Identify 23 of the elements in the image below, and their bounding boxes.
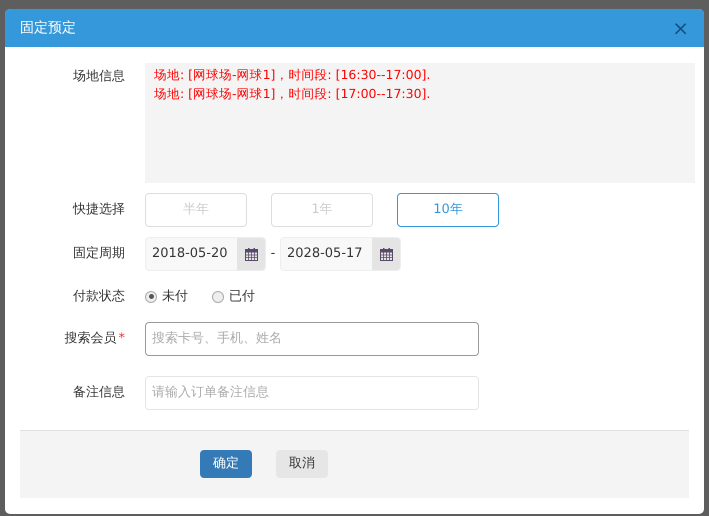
radio-option[interactable]: 已付 — [212, 287, 255, 306]
calendar-icon — [244, 248, 258, 260]
radio-button[interactable] — [212, 290, 224, 303]
radio-option[interactable]: 未付 — [145, 287, 188, 306]
field-label: 固定周期 — [73, 246, 125, 262]
date-field[interactable]: 2018-05-20 — [145, 237, 266, 271]
radio-button[interactable] — [145, 290, 157, 303]
required-mark: * — [118, 330, 125, 346]
notes-field[interactable]: 请输入订单备注信息 — [145, 376, 479, 410]
dialog-title: 固定预定 — [20, 18, 76, 38]
field-label: 付款状态 — [73, 289, 125, 304]
venue-info-line: 场地: [网球场-网球1]，时间段: [17:00--17:30]. — [154, 85, 432, 103]
member-search-field[interactable]: 搜索卡号、手机、姓名 — [145, 322, 479, 356]
field-label: 场地信息 — [73, 68, 125, 86]
field-label: 快捷选择 — [73, 202, 125, 218]
confirm-button[interactable]: 确定 — [200, 450, 252, 478]
date-separator: - — [270, 245, 276, 264]
field-label: 搜索会员 — [64, 330, 116, 346]
venue-info-line: 场地: [网球场-网球1]，时间段: [16:30--17:00]. — [154, 66, 432, 84]
calendar-icon — [380, 248, 392, 260]
field-label: 备注信息 — [73, 384, 125, 400]
cancel-button[interactable]: 取消 — [276, 450, 328, 478]
date-field[interactable]: 2028-05-17 — [280, 237, 401, 271]
